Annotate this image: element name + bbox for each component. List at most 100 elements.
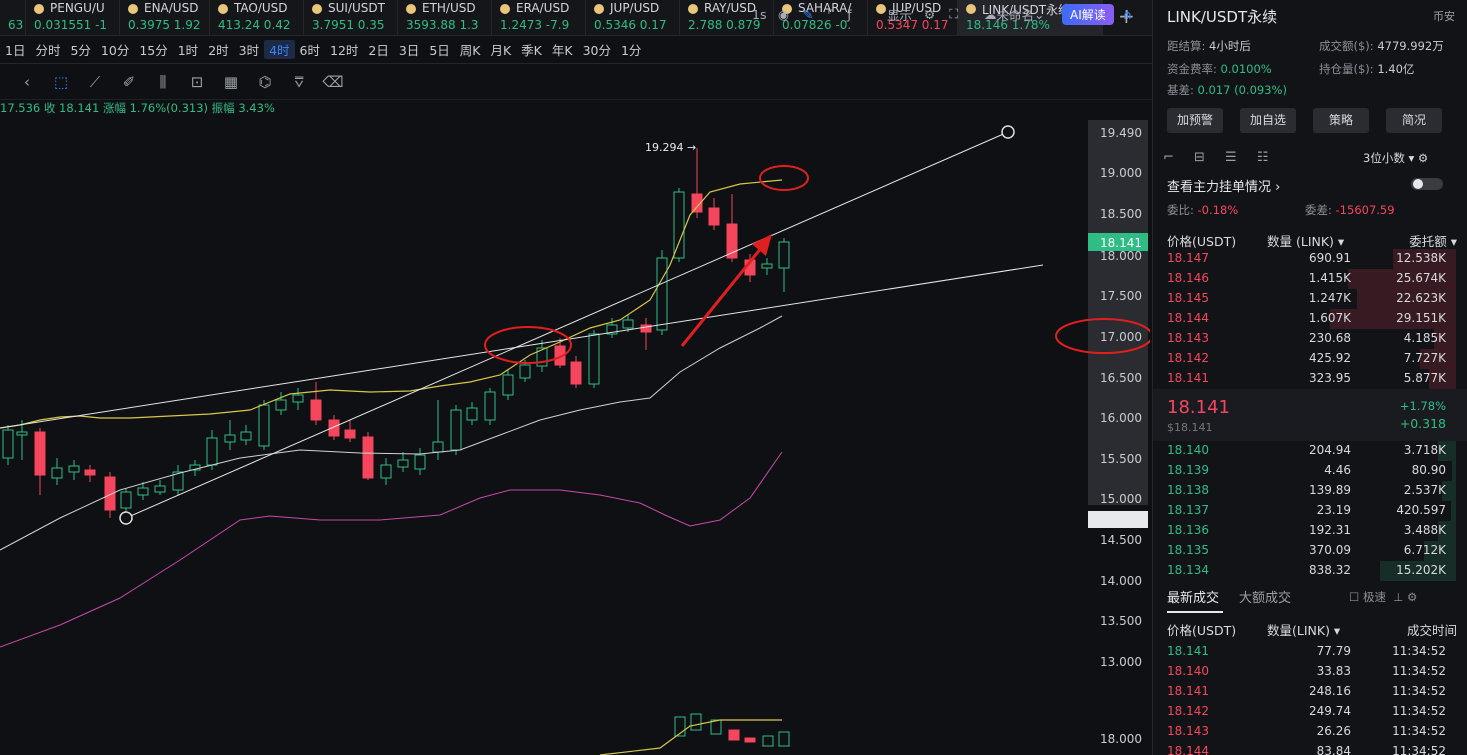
trash-icon[interactable]: ⌫ (316, 73, 350, 91)
timeframe-16[interactable]: 季K (516, 40, 547, 59)
basis-info: 基差: 0.017 (0.093%) (1167, 82, 1287, 98)
gear-icon[interactable]: ⚙ (924, 7, 935, 22)
bid-row[interactable]: 18.134 838.32 15.202K (1153, 561, 1467, 581)
candle-body (224, 434, 236, 443)
ticker-tab[interactable]: PENGU/U 0.031551 -1 (26, 0, 120, 35)
camera-icon[interactable]: ◉ (778, 7, 789, 22)
candle-body (292, 394, 304, 403)
main-orders-link[interactable]: 查看主力挂单情况 › (1167, 176, 1280, 195)
overview-button[interactable]: 简况 (1386, 108, 1442, 133)
ask-row[interactable]: 18.145 1.247K 22.623K (1153, 289, 1467, 309)
pattern-icon[interactable]: ⫼ (146, 73, 180, 91)
main-orders-label: 查看主力挂单情况 (1167, 180, 1272, 195)
ob-view-icons[interactable]: ⌐ ⊟ ☰ ☷ (1163, 150, 1269, 165)
bid-row[interactable]: 18.139 4.46 80.90 (1153, 461, 1467, 481)
ticker-tab[interactable]: JUP/USD 0.5346 0.17 (586, 0, 680, 35)
ai-analysis-button[interactable]: AI解读 (1062, 3, 1114, 25)
timeframe-1[interactable]: 分时 (30, 40, 65, 59)
timeframe-2[interactable]: 5分 (65, 40, 95, 59)
magnet-icon[interactable]: ⌬ (248, 73, 282, 91)
ruler-icon[interactable]: ▦ (214, 73, 248, 91)
bid-row[interactable]: 18.136 192.31 3.488K (1153, 521, 1467, 541)
crop-icon[interactable]: ⌜ (827, 7, 833, 22)
decimals-selector[interactable]: 3位小数 ▾ ⚙ (1363, 150, 1428, 166)
timeframe-9[interactable]: 6时 (295, 40, 325, 59)
share-icon[interactable]: ⋔ (1122, 0, 1132, 28)
layout-name[interactable]: ☁ 未命名 ⌄ (984, 0, 1045, 28)
annotation-arrow-head (752, 234, 772, 256)
timeframe-15[interactable]: 月K (485, 40, 516, 59)
basis-label: 基差: (1167, 83, 1194, 97)
ob-qty-header[interactable]: 数量 (LINK) ▾ (1267, 231, 1344, 250)
timeframe-10[interactable]: 12时 (325, 40, 363, 59)
ticker-name: ERA/USD (516, 1, 570, 15)
ask-row[interactable]: 18.146 1.415K 25.674K (1153, 269, 1467, 289)
alert-button[interactable]: 加预警 (1167, 108, 1223, 133)
brush-icon[interactable]: ✐ (112, 73, 146, 91)
high-label: 19.294 → (645, 141, 696, 154)
lock-icon[interactable]: ⊡ (180, 73, 214, 91)
timeframe-0[interactable]: 1日 (0, 40, 30, 59)
timeframe-5[interactable]: 1时 (173, 40, 203, 59)
pen-icon[interactable]: ✎ (803, 7, 813, 22)
candle-body (397, 459, 409, 468)
turnover-info: 成交额($): 4779.992万 (1319, 38, 1444, 54)
strategy-button[interactable]: 策略 (1313, 108, 1369, 133)
ob-price: 18.145 (1167, 291, 1209, 305)
timeframe-13[interactable]: 5日 (424, 40, 454, 59)
bid-row[interactable]: 18.140 204.94 3.718K (1153, 441, 1467, 461)
trade-time: 11:34:52 (1392, 724, 1446, 738)
indicator-icon[interactable]: ƒ (847, 7, 851, 22)
bid-row[interactable]: 18.137 23.19 420.597 (1153, 501, 1467, 521)
ask-row[interactable]: 18.141 323.95 5.877K (1153, 369, 1467, 389)
timeframe-6[interactable]: 2时 (203, 40, 233, 59)
timeframe-8[interactable]: 4时 (264, 40, 295, 59)
ticker-tab[interactable]: SUI/USDT 3.7951 0.35 (304, 0, 398, 35)
candle-body (362, 436, 374, 479)
timeframe-4[interactable]: 15分 (134, 40, 172, 59)
ask-row[interactable]: 18.147 690.91 12.538K (1153, 249, 1467, 269)
bid-row[interactable]: 18.138 139.89 2.537K (1153, 481, 1467, 501)
filter-icon[interactable]: ⩢ (282, 73, 316, 91)
display-button[interactable]: 显示 (887, 0, 912, 28)
timeframe-7[interactable]: 3时 (234, 40, 264, 59)
ob-amount-header[interactable]: 委托额 ▾ (1409, 231, 1457, 250)
open-interest-info: 持仓量($): 1.40亿 (1319, 61, 1414, 77)
fullscreen-icon[interactable]: ⛶ (949, 6, 958, 22)
ticker-tab[interactable]: 63 (0, 0, 26, 35)
menu-icon[interactable]: ‹ (10, 73, 44, 91)
volume-bar (762, 735, 774, 747)
timeframe-12[interactable]: 3日 (394, 40, 424, 59)
timeframe-14[interactable]: 周K (455, 40, 486, 59)
ask-row[interactable]: 18.143 230.68 4.185K (1153, 329, 1467, 349)
trend-line-upper (0, 264, 1044, 429)
interval-selector[interactable]: 1s (752, 0, 766, 28)
timeframe-11[interactable]: 2日 (363, 40, 393, 59)
trade-row: 18.142 249.74 11:34:52 (1153, 702, 1467, 722)
ticker-tab[interactable]: ERA/USD 1.2473 -7.9 (492, 0, 586, 35)
ticker-tab[interactable]: TAO/USD 413.24 0.42 (210, 0, 304, 35)
exchange-label[interactable]: 币安 (1433, 8, 1455, 24)
cursor-icon[interactable]: ⬚ (44, 73, 78, 91)
fast-mode-toggle[interactable]: ☐ 极速 ⊥ ⚙ (1349, 589, 1417, 605)
timeframe-17[interactable]: 年K (547, 40, 578, 59)
depth-bar (1452, 461, 1456, 481)
watchlist-button[interactable]: 加自选 (1240, 108, 1296, 133)
timeframe-19[interactable]: 1分 (616, 40, 646, 59)
candle-body (258, 404, 270, 447)
tab-large-trades[interactable]: 大额成交 (1239, 587, 1291, 606)
ask-row[interactable]: 18.144 1.607K 29.151K (1153, 309, 1467, 329)
trendline-icon[interactable]: ⟋ (78, 73, 112, 91)
candle-body (120, 491, 132, 509)
bid-row[interactable]: 18.135 370.09 6.712K (1153, 541, 1467, 561)
ticker-tab[interactable]: ETH/USD 3593.88 1.3 (398, 0, 492, 35)
timeframe-18[interactable]: 30分 (578, 40, 616, 59)
ask-row[interactable]: 18.142 425.92 7.727K (1153, 349, 1467, 369)
ohlc-info: 17.536 收 18.141 涨幅 1.76%(0.313) 振幅 3.43% (0, 101, 275, 115)
candlestick-chart[interactable]: 19.294 → 19.490 19.000 18.500 18.000 17.500 1… (0, 120, 1150, 755)
timeframe-3[interactable]: 10分 (96, 40, 134, 59)
trade-qty-header[interactable]: 数量(LINK) ▾ (1267, 620, 1340, 639)
main-orders-toggle[interactable] (1411, 178, 1443, 190)
tab-latest-trades[interactable]: 最新成交 (1167, 587, 1219, 606)
ticker-tab[interactable]: ENA/USD 0.3975 1.92 (120, 0, 210, 35)
